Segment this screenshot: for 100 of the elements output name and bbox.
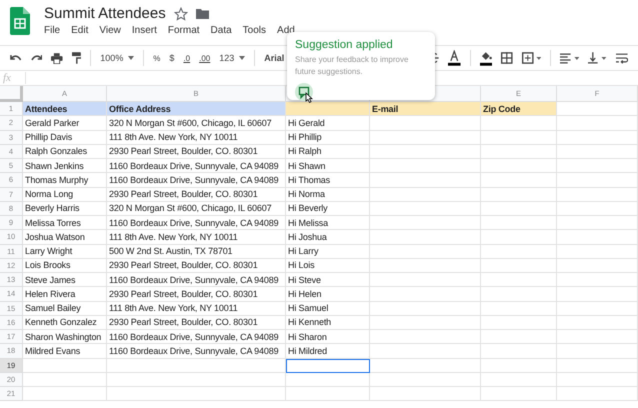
table-cell[interactable]: 2930 Pearl Street, Boulder, CO. 80301 xyxy=(107,287,286,302)
table-cell[interactable]: 320 N Morgan St #600, Chicago, IL 60607 xyxy=(107,202,286,216)
table-cell[interactable] xyxy=(370,330,481,344)
table-cell[interactable] xyxy=(23,358,107,373)
table-cell[interactable]: Kenneth Gonzalez xyxy=(23,316,107,330)
currency-format-button[interactable]: $ xyxy=(169,53,174,63)
table-cell[interactable]: 1160 Bordeaux Drive, Sunnyvale, CA 94089 xyxy=(107,173,286,188)
align-left-icon[interactable] xyxy=(560,52,580,64)
undo-icon[interactable] xyxy=(10,54,22,62)
text-color-icon[interactable] xyxy=(448,50,461,66)
table-cell[interactable] xyxy=(370,130,481,145)
menu-item[interactable]: Data xyxy=(210,25,232,36)
table-cell[interactable]: Thomas Murphy xyxy=(23,173,107,188)
table-cell[interactable] xyxy=(370,258,481,273)
redo-icon[interactable] xyxy=(30,54,42,62)
table-cell[interactable] xyxy=(481,159,557,174)
table-cell[interactable] xyxy=(557,230,638,244)
table-cell[interactable] xyxy=(557,387,638,402)
menu-item[interactable]: Format xyxy=(168,25,200,36)
table-cell[interactable] xyxy=(370,344,481,358)
table-cell[interactable]: 320 N Morgan St #600, Chicago, IL 60607 xyxy=(107,116,286,130)
table-cell[interactable] xyxy=(557,316,638,330)
table-cell[interactable]: Hi Beverly xyxy=(286,202,370,216)
table-cell[interactable]: Attendees xyxy=(23,102,107,116)
table-cell[interactable]: Norma Long xyxy=(23,188,107,202)
table-cell[interactable]: Shawn Jenkins xyxy=(23,159,107,174)
table-cell[interactable]: 2930 Pearl Street, Boulder, CO. 80301 xyxy=(107,144,286,159)
fill-color-icon[interactable] xyxy=(480,50,492,66)
table-cell[interactable]: Hi Lois xyxy=(286,258,370,273)
table-cell[interactable] xyxy=(481,230,557,244)
feedback-icon[interactable] xyxy=(294,82,316,104)
table-cell[interactable] xyxy=(481,116,557,130)
table-cell[interactable] xyxy=(557,372,638,387)
table-cell[interactable] xyxy=(557,287,638,302)
table-cell[interactable] xyxy=(557,330,638,344)
table-cell[interactable] xyxy=(481,188,557,202)
table-cell[interactable] xyxy=(370,372,481,387)
table-cell[interactable]: 500 W 2nd St. Austin, TX 78701 xyxy=(107,244,286,259)
table-cell[interactable] xyxy=(481,144,557,159)
table-cell[interactable] xyxy=(557,358,638,373)
table-cell[interactable] xyxy=(107,387,286,402)
table-cell[interactable]: Hi Ralph xyxy=(286,144,370,159)
table-cell[interactable] xyxy=(370,159,481,174)
table-cell[interactable]: Hi Larry xyxy=(286,244,370,259)
table-cell[interactable]: Hi Phillip xyxy=(286,130,370,145)
print-icon[interactable] xyxy=(51,52,63,64)
borders-icon[interactable] xyxy=(501,52,513,64)
table-cell[interactable] xyxy=(481,372,557,387)
table-cell[interactable] xyxy=(557,273,638,288)
table-cell[interactable]: Hi Shawn xyxy=(286,159,370,174)
table-cell[interactable] xyxy=(370,144,481,159)
table-cell[interactable] xyxy=(557,144,638,159)
table-cell[interactable] xyxy=(481,202,557,216)
table-cell[interactable] xyxy=(107,372,286,387)
folder-icon[interactable] xyxy=(196,8,209,19)
table-cell[interactable] xyxy=(557,302,638,316)
table-cell[interactable]: 111 8th Ave. New York, NY 10011 xyxy=(107,130,286,145)
table-cell[interactable]: Hi Melissa xyxy=(286,216,370,230)
table-cell[interactable] xyxy=(481,273,557,288)
table-cell[interactable]: Hi Samuel xyxy=(286,302,370,316)
table-cell[interactable]: Melissa Torres xyxy=(23,216,107,230)
table-cell[interactable]: Steve James xyxy=(23,273,107,288)
table-cell[interactable]: Hi Steve xyxy=(286,273,370,288)
selected-cell[interactable] xyxy=(286,358,370,373)
table-cell[interactable] xyxy=(481,258,557,273)
number-format-dropdown[interactable]: 123 xyxy=(219,53,246,63)
table-cell[interactable] xyxy=(481,344,557,358)
table-cell[interactable]: Zip Code xyxy=(481,102,557,116)
menu-item[interactable]: View xyxy=(99,25,121,36)
table-cell[interactable]: Sharon Washington xyxy=(23,330,107,344)
table-cell[interactable]: Phillip Davis xyxy=(23,130,107,145)
table-cell[interactable] xyxy=(23,387,107,402)
table-cell[interactable] xyxy=(557,244,638,259)
vertical-align-icon[interactable] xyxy=(588,52,608,64)
table-cell[interactable]: 2930 Pearl Street, Boulder, CO. 80301 xyxy=(107,188,286,202)
table-cell[interactable]: E-mail xyxy=(370,102,481,116)
table-cell[interactable] xyxy=(370,316,481,330)
increase-decimals-button[interactable]: .00 xyxy=(199,54,210,62)
select-all-corner[interactable] xyxy=(0,86,23,102)
table-cell[interactable] xyxy=(557,258,638,273)
table-cell[interactable] xyxy=(557,202,638,216)
table-cell[interactable]: Helen Rivera xyxy=(23,287,107,302)
table-cell[interactable] xyxy=(23,372,107,387)
star-icon[interactable] xyxy=(174,6,188,20)
table-cell[interactable] xyxy=(481,130,557,145)
table-cell[interactable]: Hi Gerald xyxy=(286,116,370,130)
table-cell[interactable]: 1160 Bordeaux Drive, Sunnyvale, CA 94089 xyxy=(107,330,286,344)
table-cell[interactable] xyxy=(370,116,481,130)
table-cell[interactable] xyxy=(370,173,481,188)
table-cell[interactable]: 1160 Bordeaux Drive, Sunnyvale, CA 94089 xyxy=(107,344,286,358)
table-cell[interactable] xyxy=(286,372,370,387)
table-cell[interactable]: Office Address xyxy=(107,102,286,116)
table-cell[interactable] xyxy=(481,316,557,330)
menu-item[interactable]: Edit xyxy=(71,25,88,36)
table-cell[interactable]: 1160 Bordeaux Drive, Sunnyvale, CA 94089 xyxy=(107,273,286,288)
table-cell[interactable]: 111 8th Ave. New York, NY 10011 xyxy=(107,302,286,316)
table-cell[interactable]: 2930 Pearl Street, Boulder, CO. 80301 xyxy=(107,316,286,330)
table-cell[interactable] xyxy=(107,358,286,373)
table-cell[interactable] xyxy=(286,387,370,402)
table-cell[interactable]: Hi Helen xyxy=(286,287,370,302)
